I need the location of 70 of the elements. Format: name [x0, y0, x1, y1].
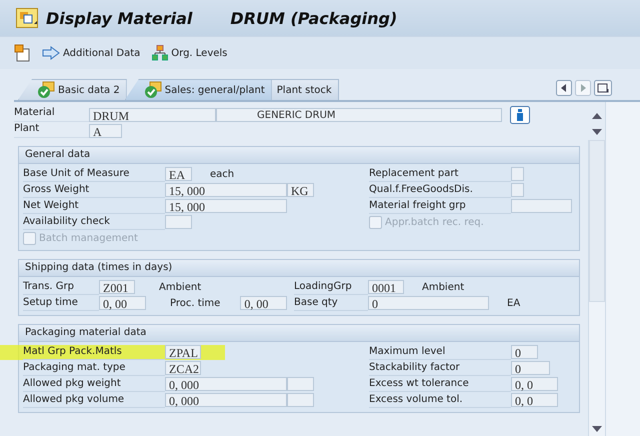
tab[interactable]: Plant stock [270, 79, 339, 100]
field-label: Qual.f.FreeGoodsDis. [369, 182, 511, 198]
scroll-down-icon[interactable] [591, 128, 603, 136]
previous-tab-icon[interactable] [556, 80, 572, 96]
field-label: Allowed pkg volume [23, 392, 165, 408]
field-text: Proc. time [169, 298, 222, 308]
field-label: Availability check [23, 214, 165, 230]
section-title: General data [19, 147, 579, 164]
input-field[interactable] [165, 215, 192, 229]
checkbox-label: Appr.batch rec. req. [385, 216, 484, 228]
field-label: Maximum level [369, 344, 511, 360]
input-field[interactable]: 0001 [368, 280, 404, 294]
field-label: Packaging mat. type [23, 360, 165, 376]
input-field[interactable]: 0, 000 [165, 377, 287, 391]
arrow-icon [42, 46, 60, 60]
section-title: Shipping data (times in days) [19, 260, 579, 277]
field-label: Gross Weight [23, 182, 165, 198]
field-text: Ambient [158, 282, 202, 292]
input-field[interactable]: ZPAL [165, 345, 201, 359]
field-label: Excess volume tol. [369, 392, 511, 408]
field-label: Stackability factor [369, 360, 511, 376]
input-field[interactable]: 0 [368, 296, 489, 310]
input-field[interactable] [287, 377, 314, 391]
scrollbar[interactable] [588, 140, 605, 436]
field-text: each [209, 168, 236, 180]
window-title: DRUM (Packaging) [230, 8, 398, 28]
input-field[interactable] [511, 183, 524, 197]
description-field[interactable]: GENERIC DRUM [216, 108, 502, 122]
menu-icon[interactable] [16, 8, 38, 28]
folder-check-icon [37, 81, 55, 99]
field-label: Base Unit of Measure [23, 166, 165, 182]
input-field[interactable]: 0, 0 [511, 377, 558, 391]
input-field[interactable]: 15, 000 [165, 183, 287, 197]
field-label: Excess wt tolerance [369, 376, 511, 392]
field-text: EA [506, 298, 522, 308]
tab-list-icon[interactable] [594, 80, 612, 96]
field-label: Replacement part [369, 166, 511, 182]
plant-field[interactable]: A [89, 124, 122, 138]
field-label: Material freight grp [369, 198, 511, 214]
input-field[interactable] [511, 199, 572, 213]
toolbar-button[interactable]: Additional Data [40, 44, 142, 62]
material-field[interactable]: DRUM [89, 108, 216, 122]
checkbox-label: Batch management [39, 232, 138, 244]
tab[interactable]: Basic data 2 [18, 79, 127, 100]
input-field[interactable] [511, 167, 524, 181]
folder-check-icon [144, 81, 162, 99]
input-field[interactable]: EA [165, 167, 192, 181]
input-field[interactable]: Z001 [99, 280, 135, 294]
scroll-down-icon[interactable] [591, 425, 603, 433]
input-field[interactable]: 15, 000 [165, 199, 287, 213]
input-field[interactable]: KG [287, 183, 314, 197]
hierarchy-icon [152, 45, 168, 61]
field-label: Allowed pkg weight [23, 376, 165, 392]
input-field[interactable]: 0 [511, 361, 550, 375]
create-icon[interactable] [14, 44, 30, 62]
field-text: Ambient [421, 282, 466, 292]
input-field[interactable]: 0, 00 [240, 296, 288, 310]
scroll-up-icon[interactable] [591, 112, 603, 120]
section-title: Packaging material data [19, 325, 579, 342]
input-field[interactable]: 0, 000 [165, 393, 287, 407]
input-field[interactable]: ZCA2 [165, 361, 201, 375]
toolbar-button[interactable]: Org. Levels [150, 43, 230, 63]
input-field[interactable] [287, 393, 314, 407]
field-label: Net Weight [23, 198, 165, 214]
window-title: Display Material [46, 8, 192, 28]
tab[interactable]: Sales: general/plant [124, 79, 272, 100]
input-field[interactable]: 0, 00 [99, 296, 146, 310]
input-field[interactable]: 0 [511, 345, 538, 359]
info-icon[interactable] [510, 106, 530, 124]
input-field[interactable]: 0, 0 [511, 393, 558, 407]
